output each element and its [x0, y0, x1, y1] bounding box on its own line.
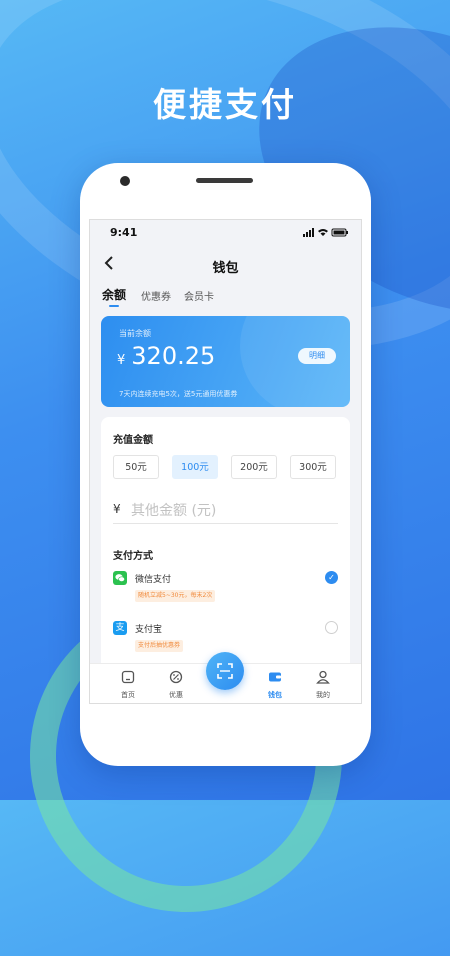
- detail-button[interactable]: 明细: [298, 348, 336, 364]
- phone-frame: 9:41 钱包 余额 优惠券 会员卡 当前余额 ¥ 320.25 明细 7天内连…: [80, 163, 371, 766]
- scan-button[interactable]: [206, 652, 244, 690]
- alipay-icon: 支: [113, 621, 127, 635]
- wechat-pay-icon: [113, 571, 127, 585]
- tabbar-label: 钱包: [268, 691, 282, 699]
- recharge-card: 充值金额 50元 100元 200元 300元 ¥ 其他金额 (元) 支付方式 …: [101, 417, 350, 677]
- tabbar-item-profile[interactable]: 我的: [303, 669, 343, 700]
- amount-option-200[interactable]: 200元: [231, 455, 277, 479]
- tab-member-card[interactable]: 会员卡: [184, 288, 214, 303]
- recharge-title: 充值金额: [113, 435, 153, 446]
- amount-option-100[interactable]: 100元: [172, 455, 218, 479]
- user-icon: [316, 670, 330, 684]
- tabbar-item-discount[interactable]: 优惠: [156, 669, 196, 700]
- tabbar-item-home[interactable]: 首页: [108, 669, 148, 700]
- tab-coupons[interactable]: 优惠券: [141, 288, 171, 303]
- payment-name: 支付宝: [135, 625, 163, 635]
- tab-active-indicator: [109, 305, 119, 307]
- bottom-tab-bar: 首页 优惠 钱包 我的: [90, 652, 361, 703]
- payment-promo-badge: 随机立减5~30元，每末2次: [135, 590, 216, 602]
- tab-balance[interactable]: 余额: [102, 286, 126, 303]
- other-amount-field[interactable]: ¥ 其他金额 (元): [113, 499, 338, 524]
- promo-headline: 便捷支付: [153, 85, 297, 124]
- balance-card: 当前余额 ¥320.25 明细 7天内连续充电5次，送5元通用优惠券: [101, 316, 350, 407]
- phone-camera: [120, 176, 130, 186]
- status-time: 9:41: [110, 226, 138, 239]
- page-title: 钱包: [212, 261, 239, 276]
- balance-value: 320.25: [131, 342, 216, 370]
- balance-amount: ¥320.25: [117, 342, 215, 370]
- wallet-icon: [269, 672, 281, 682]
- tabbar-label: 我的: [316, 691, 330, 699]
- payment-title: 支付方式: [113, 551, 153, 562]
- phone-speaker: [196, 178, 253, 183]
- balance-promo-note: 7天内连续充电5次，送5元通用优惠券: [119, 390, 238, 398]
- other-amount-currency: ¥: [113, 502, 121, 516]
- amount-option-300[interactable]: 300元: [290, 455, 336, 479]
- app-screen: 9:41 钱包 余额 优惠券 会员卡 当前余额 ¥ 320.25 明细 7天内连…: [89, 219, 362, 704]
- payment-promo-badge: 支付后抽优惠券: [135, 640, 184, 652]
- payment-name: 微信支付: [135, 575, 172, 585]
- nav-bar: 钱包: [90, 252, 361, 280]
- unselected-radio[interactable]: [325, 621, 338, 634]
- home-icon: [121, 670, 135, 684]
- status-bar: 9:41: [90, 220, 361, 246]
- amount-option-50[interactable]: 50元: [113, 455, 159, 479]
- discount-icon: [169, 670, 183, 684]
- tabbar-label: 优惠: [169, 691, 183, 699]
- tabbar-item-wallet[interactable]: 钱包: [255, 669, 295, 700]
- scan-icon: [217, 663, 233, 679]
- status-icons: [303, 228, 348, 237]
- payment-option-wechat[interactable]: 微信支付 随机立减5~30元，每末2次 ✓: [113, 571, 338, 611]
- tabbar-label: 首页: [121, 691, 135, 699]
- other-amount-placeholder: 其他金额 (元): [131, 503, 217, 519]
- selected-check-icon[interactable]: ✓: [325, 571, 338, 584]
- balance-label: 当前余额: [119, 329, 151, 338]
- balance-currency: ¥: [117, 353, 126, 368]
